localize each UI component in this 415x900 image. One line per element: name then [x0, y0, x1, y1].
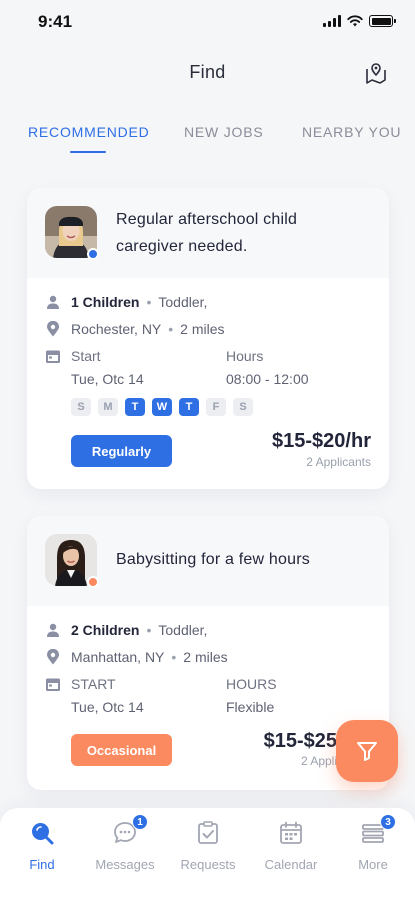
location: Manhattan, NY: [71, 649, 165, 665]
notification-badge: 3: [380, 814, 396, 830]
hours-value: Flexible: [226, 699, 275, 715]
calendar-small-icon: [45, 348, 61, 364]
day-chip: F: [206, 398, 226, 416]
user-icon: [45, 622, 61, 638]
avatar: [45, 534, 99, 588]
day-chip: M: [98, 398, 118, 416]
nav-requests[interactable]: Requests: [168, 820, 248, 872]
status-time: 9:41: [38, 12, 73, 31]
filter-button[interactable]: [336, 720, 398, 782]
presence-dot: [87, 576, 99, 588]
price: $15-$20/hr: [272, 430, 371, 452]
job-details: 1 Children • Toddler, Rochester, NY • 2 …: [27, 278, 389, 488]
nav-label: Requests: [180, 857, 236, 872]
status-icons: [323, 15, 396, 27]
location-row: Rochester, NY • 2 miles: [45, 321, 225, 337]
signal-icon: [323, 15, 341, 27]
job-card-header: Regular afterschool child caregiver need…: [27, 188, 389, 278]
calendar-small-icon: [45, 676, 61, 692]
tab-recommended[interactable]: RECOMMENDED: [28, 124, 150, 140]
job-type-badge[interactable]: Occasional: [71, 734, 172, 766]
location-pin-icon: [45, 649, 61, 665]
search-icon: [29, 820, 55, 846]
job-card-header: Babysitting for a few hours: [27, 516, 389, 606]
start-date: Tue, Otc 14: [71, 371, 144, 387]
filter-icon: [357, 742, 377, 761]
price: $15-$25: [263, 730, 337, 752]
job-type-badge[interactable]: Regularly: [71, 435, 172, 467]
distance: 2 miles: [183, 649, 228, 665]
children-count: 2 Children: [71, 622, 140, 638]
children-row: 2 Children • Toddler,: [45, 622, 207, 638]
weekday-selector: S M T W T F S: [71, 398, 253, 416]
day-chip: W: [152, 398, 172, 416]
start-row: START: [45, 676, 116, 692]
nav-more[interactable]: 3 More: [333, 814, 413, 872]
age-group: Toddler,: [158, 294, 208, 310]
distance: 2 miles: [180, 321, 225, 337]
separator-dot: •: [171, 649, 177, 665]
start-row: Start: [45, 348, 101, 364]
age-group: Toddler,: [158, 622, 208, 638]
calendar-icon: [278, 820, 304, 846]
separator-dot: •: [168, 321, 174, 337]
start-date: Tue, Otc 14: [71, 699, 144, 715]
job-card[interactable]: Babysitting for a few hours 2 Children •…: [27, 516, 389, 790]
tab-active-indicator: [70, 151, 106, 153]
applicants-count: 2 Applicants: [306, 455, 371, 469]
tab-bar: RECOMMENDED NEW JOBS NEARBY YOU: [0, 120, 415, 160]
job-title: Babysitting for a few hours: [116, 551, 310, 568]
bottom-nav: Find 1 Messages Requests Calendar 3 More: [0, 808, 415, 900]
day-chip: T: [179, 398, 199, 416]
nav-label: Find: [29, 857, 55, 872]
job-details: 2 Children • Toddler, Manhattan, NY • 2 …: [27, 606, 389, 790]
wifi-icon: [347, 15, 363, 27]
header: Find: [0, 56, 415, 92]
nav-find[interactable]: Find: [2, 820, 82, 872]
battery-icon: [369, 15, 396, 27]
nav-label: Calendar: [264, 857, 318, 872]
hours-label: Hours: [226, 348, 264, 364]
start-label: Start: [71, 348, 101, 364]
page-title: Find: [189, 62, 226, 82]
nav-calendar[interactable]: Calendar: [251, 820, 331, 872]
location-pin-icon: [45, 321, 61, 337]
chat-icon: 1: [112, 814, 148, 846]
job-title: Regular afterschool child caregiver need…: [116, 211, 298, 255]
tab-nearby-you[interactable]: NEARBY YOU: [302, 124, 401, 140]
day-chip: T: [125, 398, 145, 416]
day-chip: S: [71, 398, 91, 416]
notification-badge: 1: [132, 814, 148, 830]
stack-icon: 3: [360, 814, 396, 846]
nav-label: More: [358, 857, 388, 872]
user-icon: [45, 294, 61, 310]
hours-value: 08:00 - 12:00: [226, 371, 309, 387]
clipboard-check-icon: [195, 820, 221, 846]
separator-dot: •: [146, 622, 152, 638]
avatar: [45, 206, 99, 260]
children-count: 1 Children: [71, 294, 140, 310]
job-card[interactable]: Regular afterschool child caregiver need…: [27, 188, 389, 489]
hours-label: HOURS: [226, 676, 277, 692]
start-label: START: [71, 676, 116, 692]
separator-dot: •: [146, 294, 152, 310]
location: Rochester, NY: [71, 321, 162, 337]
nav-messages[interactable]: 1 Messages: [85, 814, 165, 872]
nav-label: Messages: [95, 857, 155, 872]
map-pin-icon[interactable]: [363, 60, 389, 86]
presence-dot: [87, 248, 99, 260]
tab-new-jobs[interactable]: NEW JOBS: [184, 124, 264, 140]
children-row: 1 Children • Toddler,: [45, 294, 207, 310]
day-chip: S: [233, 398, 253, 416]
applicants-count: 2 Appli: [300, 754, 337, 768]
location-row: Manhattan, NY • 2 miles: [45, 649, 228, 665]
status-bar: 9:41: [0, 0, 415, 44]
